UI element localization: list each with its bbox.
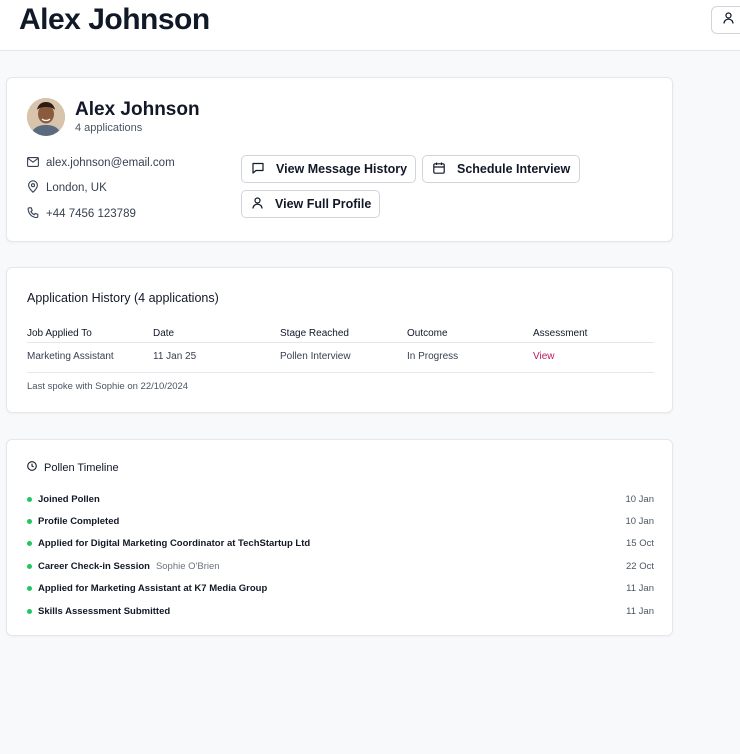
column-header-date: Date xyxy=(153,328,175,339)
timeline-list: Joined Pollen 10 Jan Profile Completed 1… xyxy=(27,488,654,622)
timeline-item: Applied for Marketing Assistant at K7 Me… xyxy=(27,578,654,600)
column-header-job: Job Applied To xyxy=(27,328,92,339)
column-header-assessment: Assessment xyxy=(533,328,588,339)
map-pin-icon xyxy=(27,180,46,196)
timeline-item-date: 10 Jan xyxy=(625,516,654,528)
table-header-row: Job Applied To Date Stage Reached Outcom… xyxy=(27,326,654,343)
timeline-item-date: 10 Jan xyxy=(625,493,654,505)
view-assessment-link[interactable]: View xyxy=(533,351,555,362)
column-header-stage: Stage Reached xyxy=(280,328,349,339)
view-message-history-button[interactable]: View Message History xyxy=(241,155,416,183)
application-history-table: Job Applied To Date Stage Reached Outcom… xyxy=(27,326,654,373)
page-title: Alex Johnson xyxy=(19,3,210,36)
timeline-item-title: Profile Completed xyxy=(38,516,120,528)
table-row: Marketing Assistant 11 Jan 25 Pollen Int… xyxy=(27,349,654,373)
timeline-item-title: Applied for Digital Marketing Coordinato… xyxy=(38,538,311,550)
user-icon xyxy=(252,196,275,212)
cell-outcome: In Progress xyxy=(407,351,459,362)
phone-text: +44 7456 123789 xyxy=(46,208,136,220)
timeline-heading: Pollen Timeline xyxy=(27,461,119,474)
top-bar: Alex Johnson xyxy=(0,0,740,51)
timeline-item-date: 11 Jan xyxy=(626,583,654,595)
timeline-item-title: Joined Pollen xyxy=(38,493,100,505)
contact-location: London, UK xyxy=(27,180,107,196)
timeline-item-title: Career Check-in Session xyxy=(38,560,150,572)
timeline-item: Skills Assessment Submitted 11 Jan xyxy=(27,600,654,622)
contact-email: alex.johnson@email.com xyxy=(27,155,175,171)
timeline-item: Career Check-in Session Sophie O'Brien 2… xyxy=(27,555,654,577)
applications-count: 4 applications xyxy=(75,122,143,134)
timeline-item-title: Applied for Marketing Assistant at K7 Me… xyxy=(38,583,268,595)
schedule-interview-label: Schedule Interview xyxy=(457,162,571,176)
timeline-heading-label: Pollen Timeline xyxy=(44,461,119,474)
timeline-item-date: 15 Oct xyxy=(626,538,654,550)
timeline-item: Profile Completed 10 Jan xyxy=(27,510,654,532)
location-text: London, UK xyxy=(46,182,107,194)
status-dot xyxy=(27,563,32,569)
last-spoke-note: Last spoke with Sophie on 22/10/2024 xyxy=(27,381,189,392)
view-message-history-label: View Message History xyxy=(276,162,408,176)
phone-icon xyxy=(27,206,46,222)
timeline-item: Joined Pollen 10 Jan xyxy=(27,488,654,510)
application-history-heading: Application History (4 applications) xyxy=(27,291,219,305)
timeline-item-person: Sophie O'Brien xyxy=(155,560,220,572)
cell-job: Marketing Assistant xyxy=(27,351,114,362)
candidate-profile-card: Alex Johnson 4 applications alex.johnson… xyxy=(6,77,673,242)
contact-phone: +44 7456 123789 xyxy=(27,206,136,222)
timeline-item-date: 11 Jan xyxy=(626,605,654,617)
mail-icon xyxy=(27,156,46,170)
cell-date: 11 Jan 25 xyxy=(153,351,197,362)
cell-stage: Pollen Interview xyxy=(280,351,351,362)
status-dot xyxy=(27,496,32,502)
candidate-name: Alex Johnson xyxy=(75,99,200,120)
clock-icon xyxy=(27,461,44,474)
account-button[interactable] xyxy=(711,6,740,34)
status-dot xyxy=(27,519,32,525)
timeline-item-date: 22 Oct xyxy=(626,560,654,572)
message-icon xyxy=(252,162,276,177)
avatar xyxy=(27,98,65,136)
view-full-profile-button[interactable]: View Full Profile xyxy=(241,190,380,218)
user-icon xyxy=(723,11,734,29)
status-dot xyxy=(27,541,32,547)
calendar-icon xyxy=(433,162,457,177)
email-text[interactable]: alex.johnson@email.com xyxy=(46,157,175,169)
status-dot xyxy=(27,608,32,614)
timeline-item-title: Skills Assessment Submitted xyxy=(38,605,171,617)
timeline-item: Applied for Digital Marketing Coordinato… xyxy=(27,533,654,555)
pollen-timeline-card: Pollen Timeline Joined Pollen 10 Jan Pro… xyxy=(6,439,673,636)
application-history-card: Application History (4 applications) Job… xyxy=(6,267,673,413)
status-dot xyxy=(27,586,32,592)
schedule-interview-button[interactable]: Schedule Interview xyxy=(422,155,580,183)
column-header-outcome: Outcome xyxy=(407,328,448,339)
view-full-profile-label: View Full Profile xyxy=(275,197,372,211)
